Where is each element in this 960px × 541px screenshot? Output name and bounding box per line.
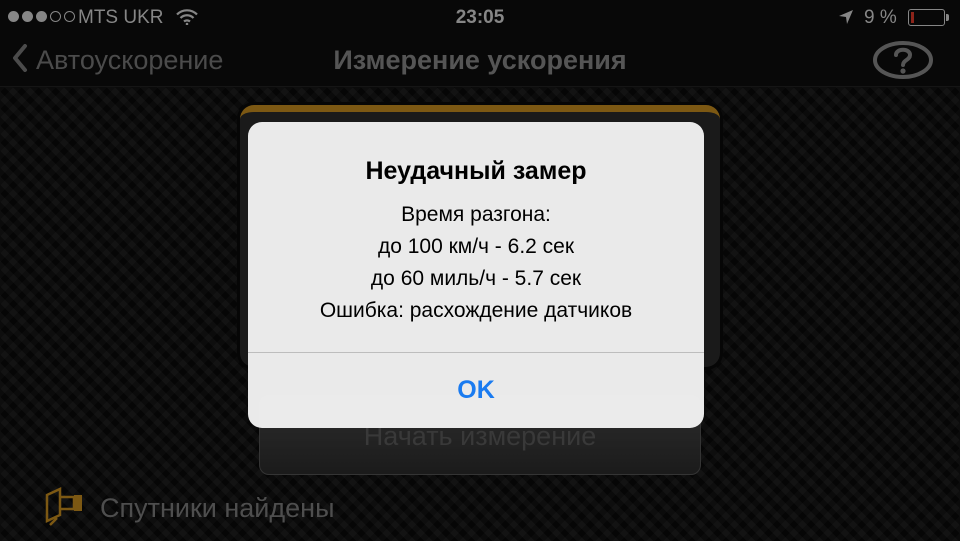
alert-message-line: до 100 км/ч - 6.2 сек [377,235,575,258]
alert-title: Неудачный замер [365,157,587,185]
alert-message-line: Время разгона: [401,203,551,226]
alert-message-line: Ошибка: расхождение датчиков [319,299,633,322]
alert-dialog: Неудачный замер Время разгона: до 100 км… [248,122,704,428]
alert-message-line: до 60 миль/ч - 5.7 сек [370,267,582,290]
ok-button[interactable]: OK [248,353,704,428]
